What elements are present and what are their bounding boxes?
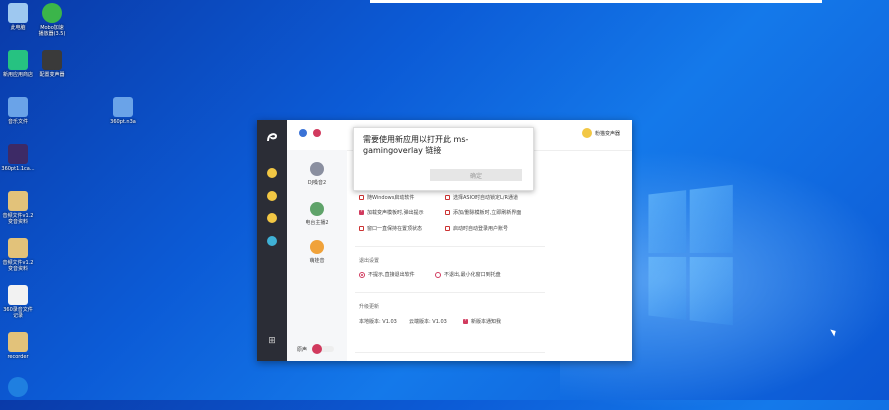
checkbox-box[interactable] bbox=[359, 226, 364, 231]
preset-avatar bbox=[310, 240, 324, 254]
preset-avatar bbox=[310, 202, 324, 216]
app-file-icon bbox=[8, 144, 28, 164]
document-icon bbox=[8, 285, 28, 305]
preset-item[interactable]: 电台主播2 bbox=[287, 202, 347, 226]
dialog-title: 需要使用新应用以打开此 ms-gamingoverlay 链接 bbox=[363, 135, 469, 155]
desktop-icon-file[interactable]: 360pt1.1ca... bbox=[0, 144, 36, 172]
nav-share-icon[interactable] bbox=[267, 236, 277, 246]
preset-item[interactable]: DJ嗓音2 bbox=[287, 162, 347, 186]
checkbox-startup[interactable]: 随Windows启动软件 bbox=[359, 194, 414, 201]
checkbox-refresh[interactable]: 添加/删除模板时,立即刷新界面 bbox=[445, 209, 521, 216]
header-dot-blue bbox=[299, 129, 307, 137]
desktop-icon-player[interactable]: Mobo加速 播放器(3.5) bbox=[34, 3, 70, 37]
checkbox-box[interactable] bbox=[359, 208, 364, 215]
desktop-icon-voice-changer[interactable]: 配置变声器 bbox=[34, 50, 70, 78]
play-icon bbox=[42, 3, 62, 23]
desktop-icon-app-store[interactable]: 新用应用商店 bbox=[0, 50, 36, 78]
desktop-icon-folder-1[interactable]: 音乐文件 bbox=[0, 97, 36, 125]
archive-icon bbox=[8, 191, 28, 211]
checkbox-notify-update[interactable]: 新版本通知我 bbox=[463, 317, 501, 325]
desktop-icon-recorder[interactable]: recorder bbox=[0, 332, 36, 360]
divider bbox=[355, 292, 545, 293]
swirl-app-icon bbox=[8, 377, 28, 397]
top-window-edge bbox=[370, 0, 822, 3]
desktop-icon-document[interactable]: 360录音文件 记录 bbox=[0, 285, 36, 319]
nav-presets-icon[interactable] bbox=[267, 168, 277, 178]
windows-logo bbox=[648, 184, 733, 326]
desktop-icon-swirl[interactable] bbox=[0, 377, 36, 399]
original-voice-label: 原声 bbox=[297, 346, 308, 353]
checkbox-box[interactable] bbox=[445, 226, 450, 231]
archive-icon bbox=[8, 332, 28, 352]
nav-effects-icon[interactable] bbox=[267, 191, 277, 201]
archive-icon bbox=[8, 238, 28, 258]
checkbox-asio[interactable]: 选择ASIO时自动锁定L/R通道 bbox=[445, 194, 518, 201]
exit-settings-heading: 退出设置 bbox=[359, 258, 380, 264]
cloud-version: 云端版本: V1.03 bbox=[409, 319, 447, 325]
store-icon bbox=[8, 50, 28, 70]
header-dot-red bbox=[313, 129, 321, 137]
radio-exit-direct[interactable]: 不提示,直接退出软件 bbox=[359, 271, 415, 278]
nav-history-icon[interactable] bbox=[267, 213, 277, 223]
checkbox-box[interactable] bbox=[359, 195, 364, 200]
checkbox-template-prompt[interactable]: 加载变声模板时,弹出提示 bbox=[359, 208, 424, 216]
checkbox-box[interactable] bbox=[463, 317, 468, 324]
ok-button[interactable]: 确定 bbox=[430, 169, 522, 181]
desktop-icon-this-pc[interactable]: 此电脑 bbox=[0, 3, 36, 31]
local-version: 本地版本: V1.03 bbox=[359, 319, 397, 325]
archive-icon bbox=[8, 97, 28, 117]
checkbox-always-top[interactable]: 窗口一直保持在置顶状态 bbox=[359, 225, 422, 232]
divider bbox=[355, 246, 545, 247]
checkbox-box[interactable] bbox=[445, 195, 450, 200]
voice-changer-icon bbox=[42, 50, 62, 70]
computer-icon bbox=[8, 3, 28, 23]
desktop-icon-archive-2[interactable]: 音频文件v1.2 变音资料 bbox=[0, 191, 36, 225]
preset-panel: DJ嗓音2 电台主播2 萌娃音 bbox=[287, 150, 347, 361]
preset-avatar bbox=[310, 162, 324, 176]
avatar bbox=[581, 128, 592, 138]
checkbox-box[interactable] bbox=[445, 210, 450, 215]
open-link-dialog: 需要使用新应用以打开此 ms-gamingoverlay 链接 确定 bbox=[353, 127, 534, 191]
archive-icon bbox=[113, 97, 133, 117]
radio-button[interactable] bbox=[435, 271, 441, 278]
app-nav-rail: ⊞ bbox=[257, 120, 287, 361]
grid-settings-icon[interactable]: ⊞ bbox=[267, 336, 277, 346]
original-voice-toggle[interactable] bbox=[312, 344, 335, 354]
app-footer: 原声 bbox=[287, 337, 547, 361]
preset-item[interactable]: 萌娃音 bbox=[287, 240, 347, 264]
radio-button[interactable] bbox=[359, 271, 365, 278]
desktop-icon-archive[interactable]: 360pt.n3a bbox=[105, 97, 141, 125]
desktop-icon-archive-3[interactable]: 音频文件v1.2 变音资料 bbox=[0, 238, 36, 272]
user-account[interactable]: 粉猫变声器 bbox=[581, 128, 620, 138]
app-logo-icon bbox=[267, 133, 278, 142]
checkbox-auto-login[interactable]: 启动时自动登录用户账号 bbox=[445, 225, 508, 232]
radio-minimize-tray[interactable]: 不退出,最小化窗口到托盘 bbox=[435, 271, 501, 278]
update-heading: 升级更新 bbox=[359, 304, 380, 310]
